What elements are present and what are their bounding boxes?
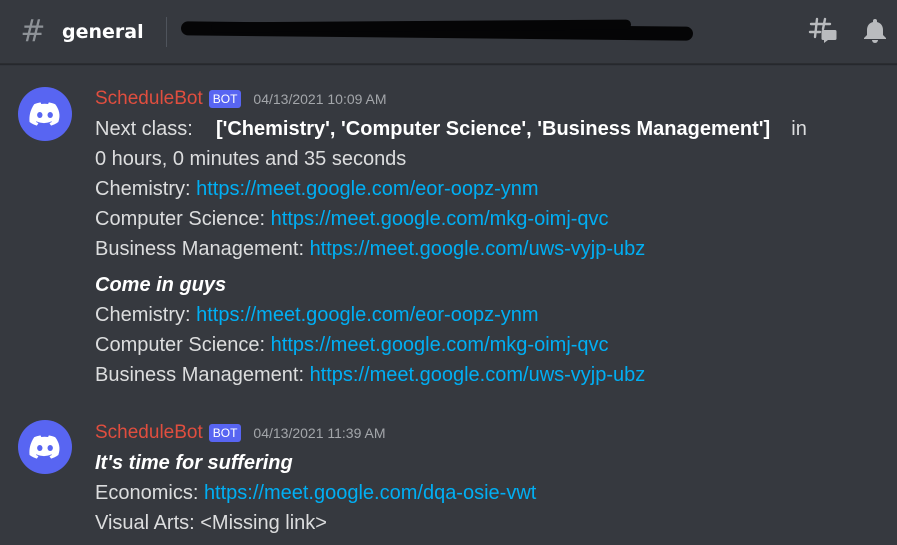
link-line: Computer Science: https://meet.google.co… [95,330,609,360]
link-label: Economics: [95,482,204,504]
link-label: Business Management: [95,238,310,260]
bot-avatar[interactable] [18,420,72,474]
threads-icon[interactable] [807,14,839,46]
emphasis-text: It's time for suffering [95,452,293,474]
in-word: in [791,118,807,140]
timestamp[interactable]: 04/13/2021 11:39 AM [253,425,385,441]
link-line: Computer Science: https://meet.google.co… [95,204,609,234]
discord-logo-icon [29,102,60,126]
timestamp[interactable]: 04/13/2021 10:09 AM [253,91,386,107]
message-list: ScheduleBot BOT 04/13/2021 10:09 AM Next… [0,64,897,545]
link-label: Chemistry: [95,178,197,200]
meet-link[interactable]: https://meet.google.com/eor-oopz-ynm [196,304,538,326]
link-label: Computer Science: [95,208,271,230]
link-line: Economics: https://meet.google.com/dqa-o… [95,478,536,508]
username[interactable]: ScheduleBot [95,88,203,110]
meet-link[interactable]: https://meet.google.com/uws-vyjp-ubz [310,364,646,386]
discord-window: # general ScheduleBot BOT 04/13/2021 10:… [0,0,897,545]
header-divider [165,16,167,47]
meet-link[interactable]: https://meet.google.com/dqa-osie-vwt [204,482,536,504]
username[interactable]: ScheduleBot [95,422,203,444]
next-class-label: Next class: [95,118,193,140]
discord-logo-icon [29,435,60,459]
next-class-value: ['Chemistry', 'Computer Science', 'Busin… [215,118,771,140]
emphasis-text: Come in guys [95,274,227,296]
meet-link[interactable]: https://meet.google.com/uws-vyjp-ubz [310,238,646,260]
meet-link[interactable]: https://meet.google.com/mkg-oimj-qvc [271,334,609,356]
hash-icon: # [20,13,46,49]
bot-avatar[interactable] [18,87,72,141]
link-line: Business Management: https://meet.google… [95,360,645,390]
channel-name: general [62,20,144,43]
emphasis-line: It's time for suffering [95,448,293,478]
emphasis-line: Come in guys [95,270,226,300]
meet-link[interactable]: https://meet.google.com/eor-oopz-ynm [196,178,538,200]
link-line: Chemistry: https://meet.google.com/eor-o… [95,174,539,204]
link-line: Chemistry: https://meet.google.com/eor-o… [95,300,539,330]
link-label: Business Management: [95,364,310,386]
message-header: ScheduleBot BOT 04/13/2021 10:09 AM [95,88,387,110]
header-toolbar [787,14,897,46]
link-line: Business Management: https://meet.google… [95,234,645,264]
bot-tag: BOT [208,90,242,108]
message-line: Next class: ['Chemistry', 'Computer Scie… [95,114,807,144]
message-header: ScheduleBot BOT 04/13/2021 11:39 AM [95,422,386,444]
bell-icon[interactable] [859,14,891,46]
link-label: Chemistry: [95,304,197,326]
channel-topic-redacted [180,19,701,44]
channel-header: # general [0,0,897,64]
countdown-text: 0 hours, 0 minutes and 35 seconds [95,148,407,170]
meet-link[interactable]: https://meet.google.com/mkg-oimj-qvc [271,208,609,230]
bot-tag: BOT [208,424,242,442]
missing-link-line: Visual Arts: <Missing link> [95,512,327,534]
link-label: Computer Science: [95,334,271,356]
